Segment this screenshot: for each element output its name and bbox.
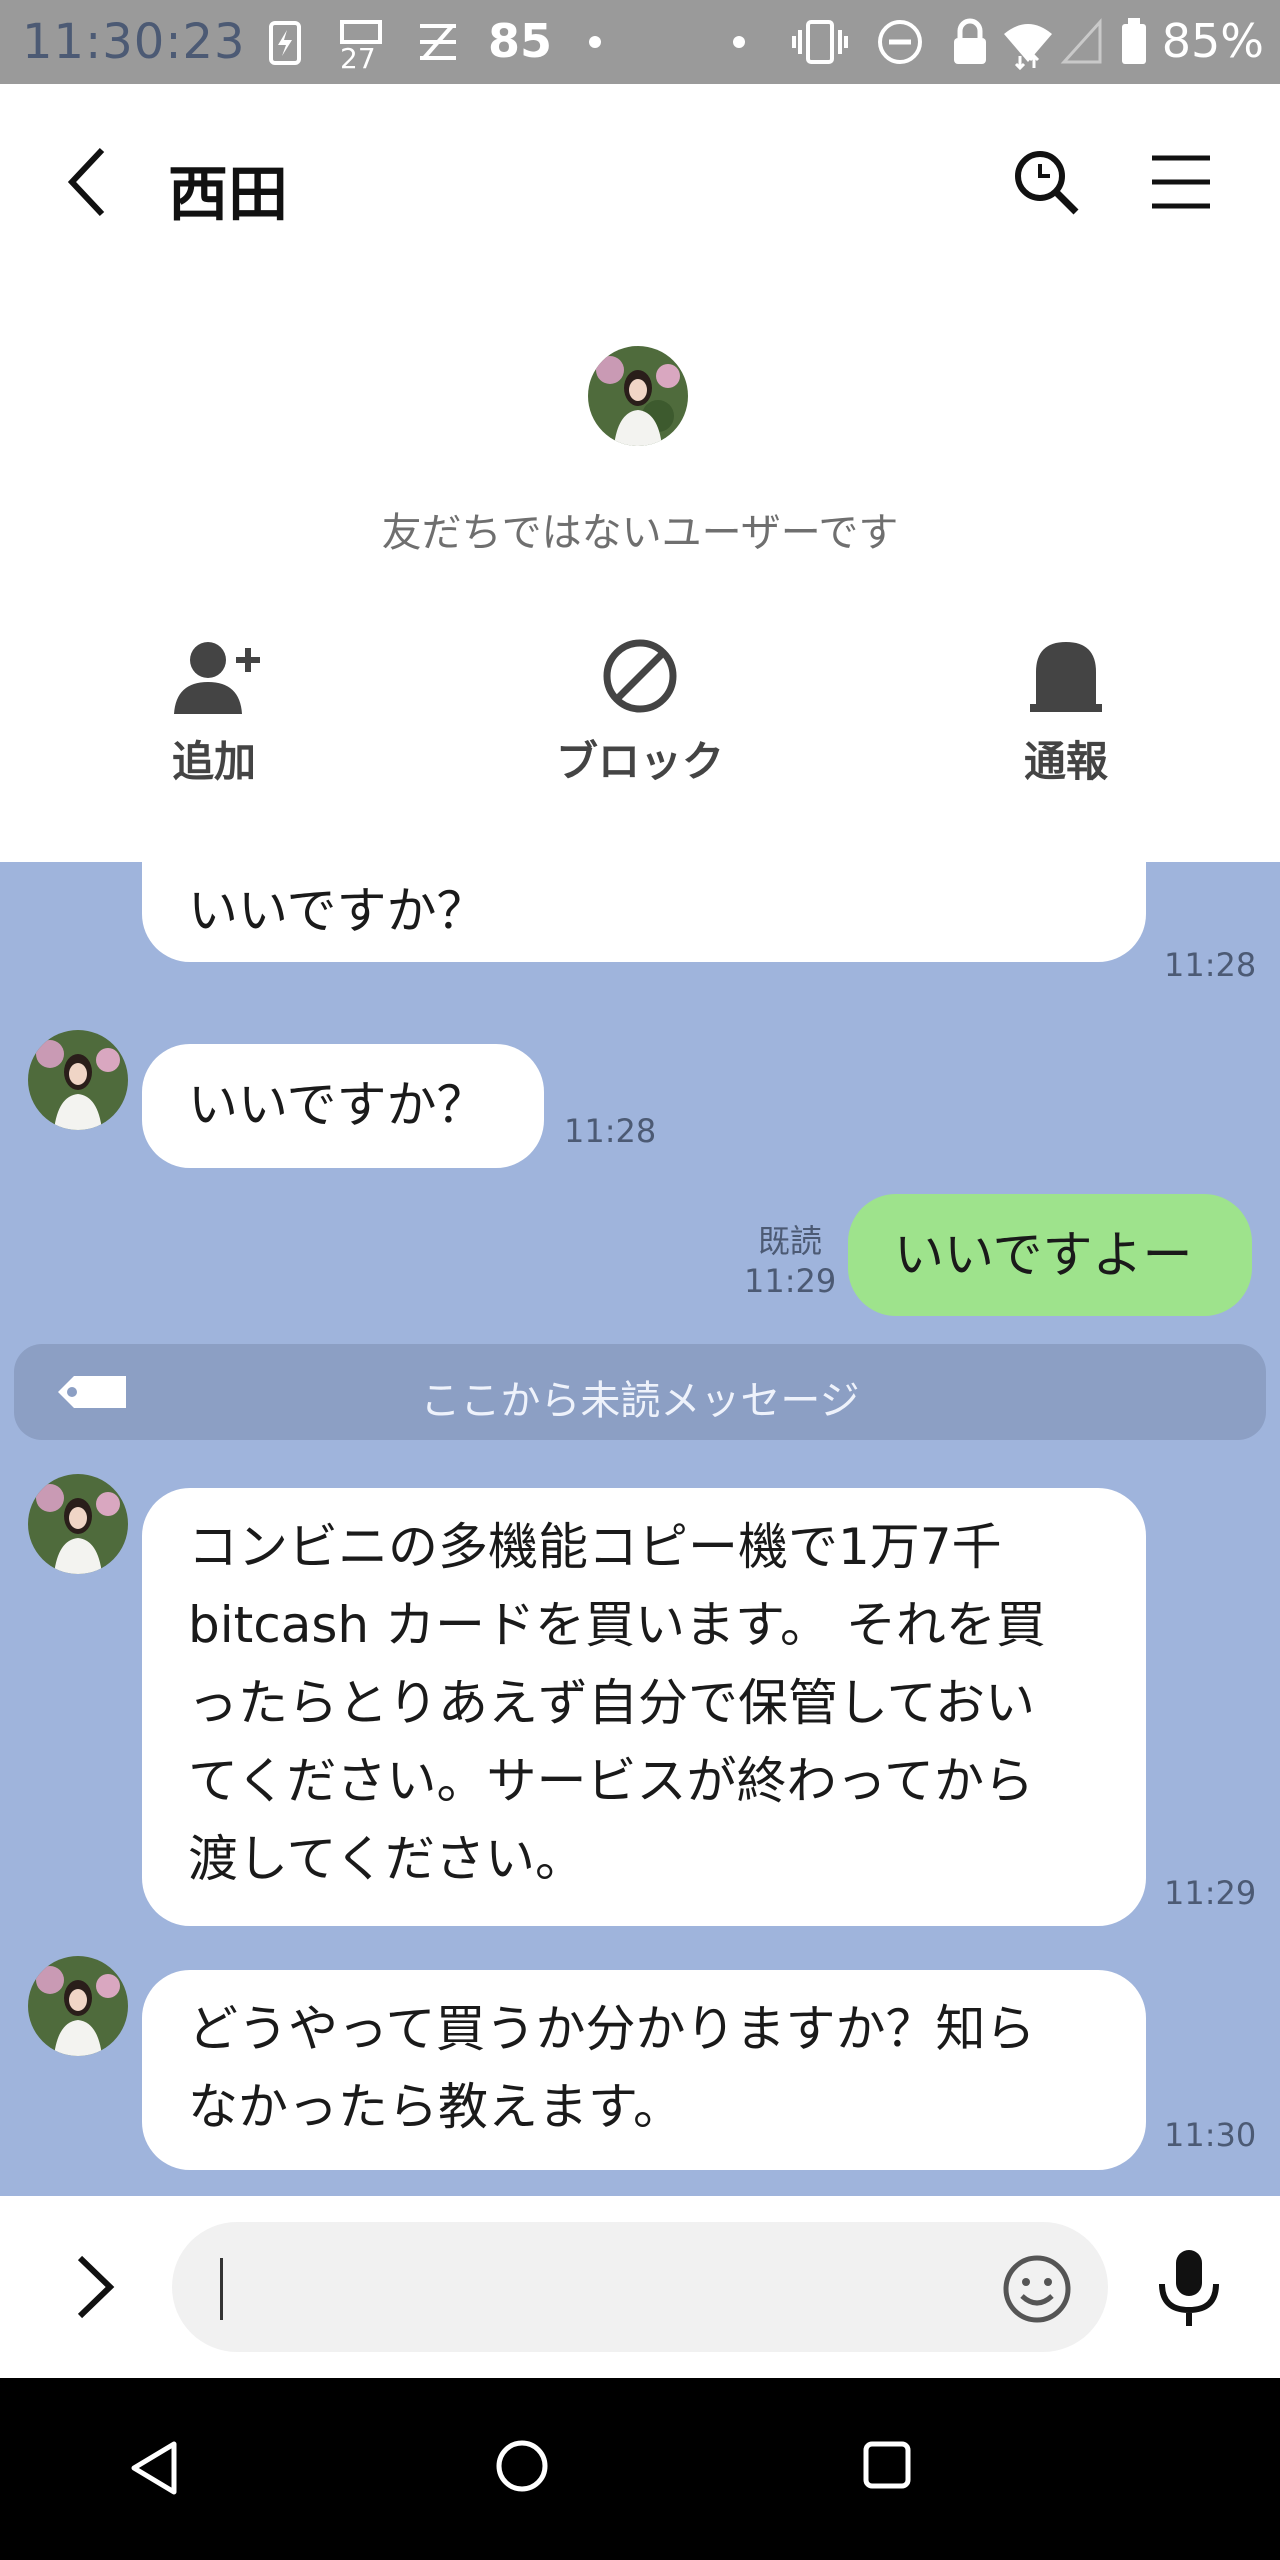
unread-divider-label: ここから未読メッセージ — [420, 1378, 860, 1424]
report-icon — [956, 638, 1176, 714]
chat-area[interactable]: いいですか？ 11:28 いいですか？ 11:28 既読 11:29 いいですよ… — [0, 862, 1280, 2196]
message-bubble[interactable]: いいですか？ — [142, 862, 1146, 962]
wifi-icon — [1000, 18, 1056, 74]
dot-icon — [732, 34, 746, 53]
battery-charging-icon — [268, 18, 302, 70]
message-text: いいですよー — [894, 1226, 1193, 1284]
dnd-icon — [876, 18, 924, 70]
status-bar: 11:30:23 27 85 85% — [0, 0, 1280, 84]
read-status: 既読 — [758, 1222, 823, 1260]
mic-icon[interactable] — [1156, 2246, 1222, 2334]
nav-back-icon[interactable] — [126, 2438, 180, 2502]
message-time: 11:29 — [744, 1262, 837, 1300]
message-line: 渡してください。 — [188, 1830, 585, 1888]
avatar[interactable] — [588, 346, 688, 446]
message-time: 11:30 — [1164, 2116, 1257, 2154]
message-line: bitcash カードを買います。 それを買 — [188, 1596, 1046, 1654]
avatar[interactable] — [28, 1956, 128, 2056]
unread-divider: ここから未読メッセージ — [14, 1344, 1266, 1440]
page-title: 西田 — [168, 160, 288, 230]
add-friend-button[interactable]: 追加 — [104, 638, 324, 789]
block-icon — [530, 638, 750, 714]
expand-icon[interactable] — [74, 2252, 116, 2326]
status-number: 85 — [488, 14, 553, 68]
message-time: 11:28 — [1164, 946, 1257, 984]
nav-home-icon[interactable] — [494, 2438, 550, 2498]
message-text: いいですか？ — [188, 882, 487, 940]
message-line: てください。サービスが終わってから — [188, 1752, 1034, 1810]
back-icon[interactable] — [62, 144, 112, 224]
vibrate-icon — [790, 18, 850, 70]
message-bubble[interactable]: いいですか？ — [142, 1044, 544, 1168]
status-time: 11:30:23 — [22, 14, 246, 70]
app-s-icon — [414, 18, 462, 70]
block-label: ブロック — [555, 737, 724, 786]
add-friend-label: 追加 — [171, 737, 256, 786]
emoji-icon[interactable] — [1002, 2254, 1072, 2328]
signal-icon — [1060, 18, 1104, 70]
menu-icon[interactable] — [1150, 154, 1212, 214]
calendar-icon: 27 — [338, 18, 384, 75]
chat-header: 西田 — [0, 84, 1280, 280]
system-nav-bar — [0, 2378, 1280, 2560]
report-label: 通報 — [1023, 737, 1108, 786]
lock-icon — [950, 18, 990, 70]
message-line: コンビニの多機能コピー機で1万7千 — [188, 1518, 1002, 1576]
my-message-bubble[interactable]: いいですよー — [848, 1194, 1252, 1316]
avatar[interactable] — [28, 1474, 128, 1574]
not-friend-notice: 友だちではないユーザーです — [381, 510, 899, 556]
battery-icon — [1120, 18, 1148, 70]
add-friend-icon — [104, 638, 324, 714]
message-text: いいですか？ — [188, 1076, 487, 1134]
battery-percent: 85% — [1161, 14, 1264, 68]
message-bubble[interactable]: コンビニの多機能コピー機で1万7千 bitcash カードを買います。 それを買… — [142, 1488, 1146, 1926]
report-button[interactable]: 通報 — [956, 638, 1176, 789]
nav-recents-icon[interactable] — [862, 2440, 912, 2494]
message-line: ったらとりあえず自分で保管しておい — [188, 1674, 1035, 1732]
message-time: 11:28 — [564, 1112, 657, 1150]
message-bubble[interactable]: どうやって買うか分かりますか？知ら なかったら教えます。 — [142, 1970, 1146, 2170]
avatar[interactable] — [28, 1030, 128, 1130]
message-line: どうやって買うか分かりますか？知ら — [188, 2000, 1036, 2058]
block-button[interactable]: ブロック — [530, 638, 750, 789]
message-line: なかったら教えます。 — [188, 2078, 683, 2136]
message-time: 11:29 — [1164, 1874, 1257, 1912]
search-icon[interactable] — [1010, 146, 1082, 222]
text-caret — [220, 2258, 223, 2320]
dot-icon — [588, 34, 602, 53]
profile-section: 友だちではないユーザーです 追加 ブロック 通報 — [0, 280, 1280, 862]
svg-text:27: 27 — [340, 42, 376, 70]
message-input[interactable] — [172, 2222, 1108, 2352]
input-bar — [0, 2196, 1280, 2378]
